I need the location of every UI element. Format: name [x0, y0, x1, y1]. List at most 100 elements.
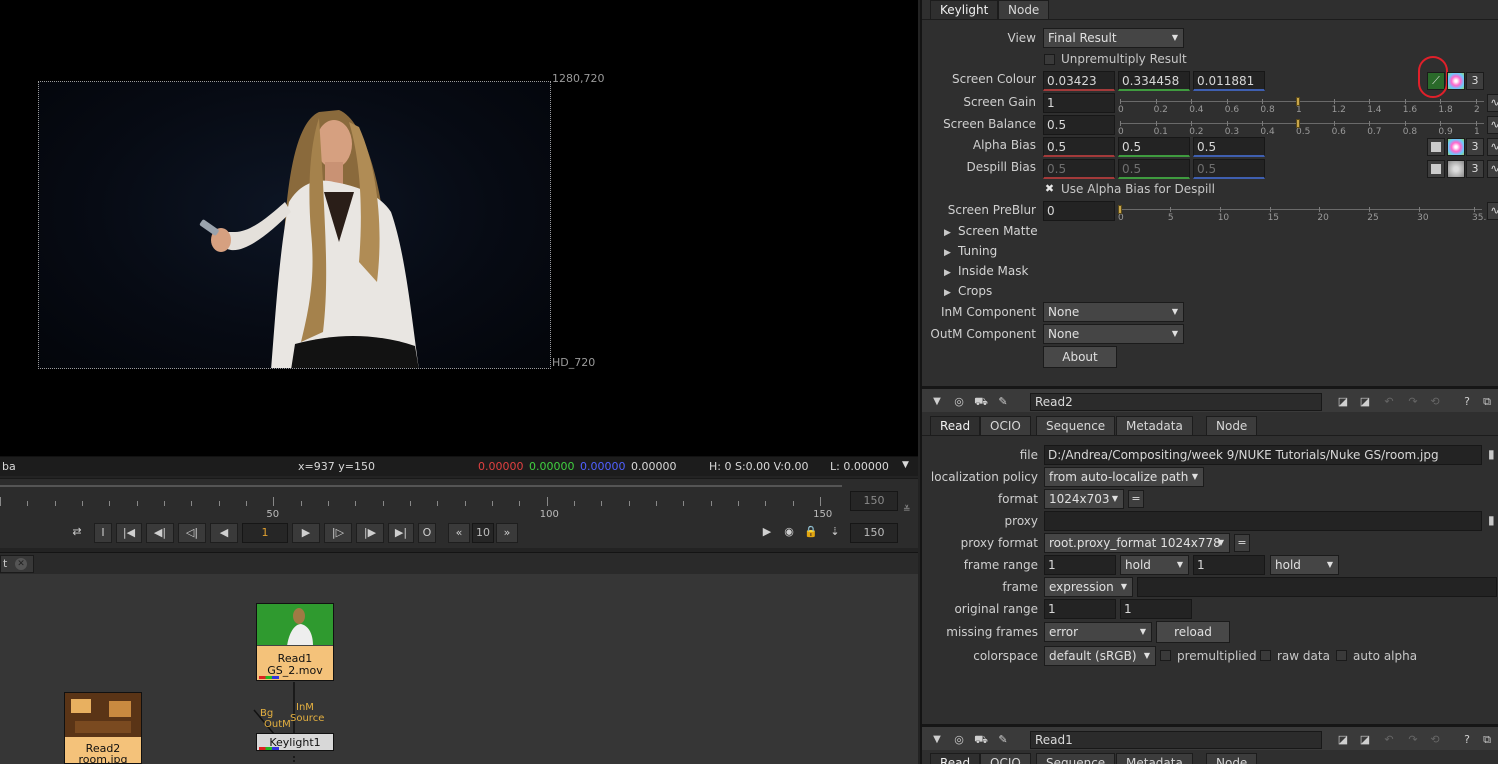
collapse-icon[interactable]: ▼ — [928, 393, 946, 411]
tab-read1-ocio[interactable]: OCIO — [980, 753, 1031, 764]
close-icon[interactable]: ✕ — [15, 558, 27, 570]
node-graph[interactable]: Read1 GS_2.mov Read2 room.jpg Bg OutM In… — [0, 574, 918, 764]
help-icon[interactable]: ? — [1458, 393, 1476, 411]
tile-color-icon[interactable]: ◪ — [1334, 731, 1352, 749]
last-frame-icon[interactable]: ▶| — [388, 523, 414, 543]
read2-name-field[interactable]: Read2 — [1030, 393, 1322, 411]
alpha-bias-color-wheel-icon[interactable] — [1447, 138, 1465, 156]
tab-node[interactable]: Node — [1206, 416, 1258, 436]
about-button[interactable]: About — [1043, 346, 1117, 368]
screen-preblur-anim-icon[interactable]: ∿ — [1487, 202, 1498, 220]
skip-back-icon[interactable]: « — [448, 523, 470, 543]
prev-frame-icon[interactable]: ◁| — [178, 523, 206, 543]
tab-keylight-node[interactable]: Node — [998, 0, 1050, 20]
screen-colour-b-field[interactable]: 0.011881 — [1193, 71, 1265, 91]
alpha-bias-g-field[interactable]: 0.5 — [1118, 137, 1190, 157]
view-dropdown[interactable]: Final Result ▼ — [1043, 28, 1184, 48]
proxy-folder-icon[interactable]: ▮ — [1488, 513, 1495, 527]
screen-gain-field[interactable]: 1 — [1043, 93, 1115, 113]
format-edit-button[interactable]: = — [1128, 490, 1144, 508]
screen-colour-g-field[interactable]: 0.334458 — [1118, 71, 1190, 91]
node-graph-tab[interactable]: t ✕ — [0, 555, 34, 573]
group-tuning[interactable]: ▶ Tuning — [944, 244, 997, 258]
frame-range-end-field[interactable]: 1 — [1193, 555, 1265, 575]
node-viewer-icon[interactable]: ⛟ — [972, 393, 990, 411]
unpremultiply-checkbox[interactable] — [1044, 54, 1055, 65]
slider-handle[interactable] — [1296, 119, 1300, 128]
despill-bias-swatch-icon[interactable] — [1427, 160, 1445, 178]
despill-bias-channels-button[interactable]: 3 — [1466, 160, 1484, 178]
proxy-format-edit-button[interactable]: = — [1234, 534, 1250, 552]
end-frame-top-field[interactable]: 150 — [850, 491, 898, 511]
screen-preblur-slider[interactable]: 0 5 10 15 20 25 30 35.5 — [1118, 205, 1492, 227]
alpha-bias-r-field[interactable]: 0.5 — [1043, 137, 1115, 157]
first-frame-icon[interactable]: |◀ — [116, 523, 142, 543]
auto-alpha-checkbox[interactable] — [1336, 650, 1347, 661]
playback-mode-icon[interactable]: ⇄ — [64, 523, 90, 543]
frame-expression-field[interactable] — [1137, 577, 1497, 597]
keylight-node[interactable]: Keylight1 — [256, 733, 334, 751]
redo-icon[interactable]: ↷ — [1404, 393, 1422, 411]
group-crops[interactable]: ▶ Crops — [944, 284, 992, 298]
help-icon[interactable]: ? — [1458, 731, 1476, 749]
alpha-bias-swatch-icon[interactable] — [1427, 138, 1445, 156]
alpha-bias-channels-button[interactable]: 3 — [1466, 138, 1484, 156]
proxy-field[interactable] — [1044, 511, 1482, 531]
alpha-bias-anim-icon[interactable]: ∿ — [1487, 138, 1498, 156]
read2-node[interactable]: Read2 room.jpg — [64, 692, 142, 764]
file-field[interactable]: D:/Andrea/Compositing/week 9/NUKE Tutori… — [1044, 445, 1482, 465]
tab-sequence[interactable]: Sequence — [1036, 416, 1116, 436]
revert-icon[interactable]: ⟲ — [1426, 731, 1444, 749]
skip-forward-icon[interactable]: » — [496, 523, 518, 543]
skip-increment-field[interactable]: 10 — [472, 523, 494, 543]
next-keyframe-icon[interactable]: |▶ — [356, 523, 384, 543]
record-icon[interactable]: ◉ — [780, 523, 798, 543]
outm-component-dropdown[interactable]: None ▼ — [1043, 324, 1184, 344]
undo-icon[interactable]: ↶ — [1380, 731, 1398, 749]
wrench-icon[interactable]: ✎ — [994, 731, 1012, 749]
premultiplied-checkbox[interactable] — [1160, 650, 1171, 661]
viewer-image[interactable] — [38, 81, 551, 369]
tab-read[interactable]: Read — [930, 416, 981, 436]
timeline[interactable]: 50 100 150 150 ≚ ⇄ I |◀ ◀| ◁| ◀ 1 ▶ |▷ |▶ … — [0, 478, 918, 548]
node-toggle-icon[interactable]: ◎ — [950, 731, 968, 749]
tab-metadata[interactable]: Metadata — [1116, 416, 1193, 436]
flipbook-icon[interactable]: ▶ — [758, 523, 776, 543]
despill-bias-g-field[interactable]: 0.5 — [1118, 159, 1190, 179]
revert-icon[interactable]: ⟲ — [1426, 393, 1444, 411]
timeline-ruler[interactable]: 50 100 150 — [0, 485, 842, 520]
float-panel-icon[interactable]: ⧉ — [1478, 731, 1496, 749]
viewer[interactable]: 1280,720 HD_720 — [0, 0, 918, 456]
folder-icon[interactable]: ▮ — [1488, 447, 1495, 461]
inm-component-dropdown[interactable]: None ▼ — [1043, 302, 1184, 322]
group-inside-mask[interactable]: ▶ Inside Mask — [944, 264, 1028, 278]
original-range-end-field[interactable]: 1 — [1120, 599, 1192, 619]
colorspace-dropdown[interactable]: default (sRGB) ▼ — [1044, 646, 1156, 666]
raw-data-checkbox[interactable] — [1260, 650, 1271, 661]
missing-frames-dropdown[interactable]: error ▼ — [1044, 622, 1152, 642]
screen-balance-field[interactable]: 0.5 — [1043, 115, 1115, 135]
info-menu-icon[interactable]: ▼ — [902, 460, 909, 470]
out-point-button[interactable]: O — [418, 523, 436, 543]
timeline-expand-icon[interactable]: ≚ — [903, 505, 911, 515]
localization-policy-dropdown[interactable]: from auto-localize path ▼ — [1044, 467, 1204, 487]
gl-color-icon[interactable]: ◪ — [1356, 731, 1374, 749]
node-viewer-icon[interactable]: ⛟ — [972, 731, 990, 749]
wrench-icon[interactable]: ✎ — [994, 393, 1012, 411]
tab-read1-node[interactable]: Node — [1206, 753, 1258, 764]
reload-button[interactable]: reload — [1156, 621, 1230, 643]
in-point-button[interactable]: I — [94, 523, 112, 543]
screen-colour-anim-icon[interactable]: ∿ — [1487, 94, 1498, 112]
redo-icon[interactable]: ↷ — [1404, 731, 1422, 749]
screen-colour-channels-button[interactable]: 3 — [1466, 72, 1484, 90]
tab-read1-read[interactable]: Read — [930, 753, 981, 764]
screen-colour-r-field[interactable]: 0.03423 — [1043, 71, 1115, 91]
frame-range-before-dropdown[interactable]: hold ▼ — [1120, 555, 1189, 575]
format-dropdown[interactable]: 1024x703 ▼ — [1044, 489, 1124, 509]
node-toggle-icon[interactable]: ◎ — [950, 393, 968, 411]
despill-bias-color-wheel-icon[interactable] — [1447, 160, 1465, 178]
group-screen-matte[interactable]: ▶ Screen Matte — [944, 224, 1038, 238]
play-backward-icon[interactable]: ◀ — [210, 523, 238, 543]
tab-read1-sequence[interactable]: Sequence — [1036, 753, 1116, 764]
tab-keylight[interactable]: Keylight — [930, 0, 999, 20]
